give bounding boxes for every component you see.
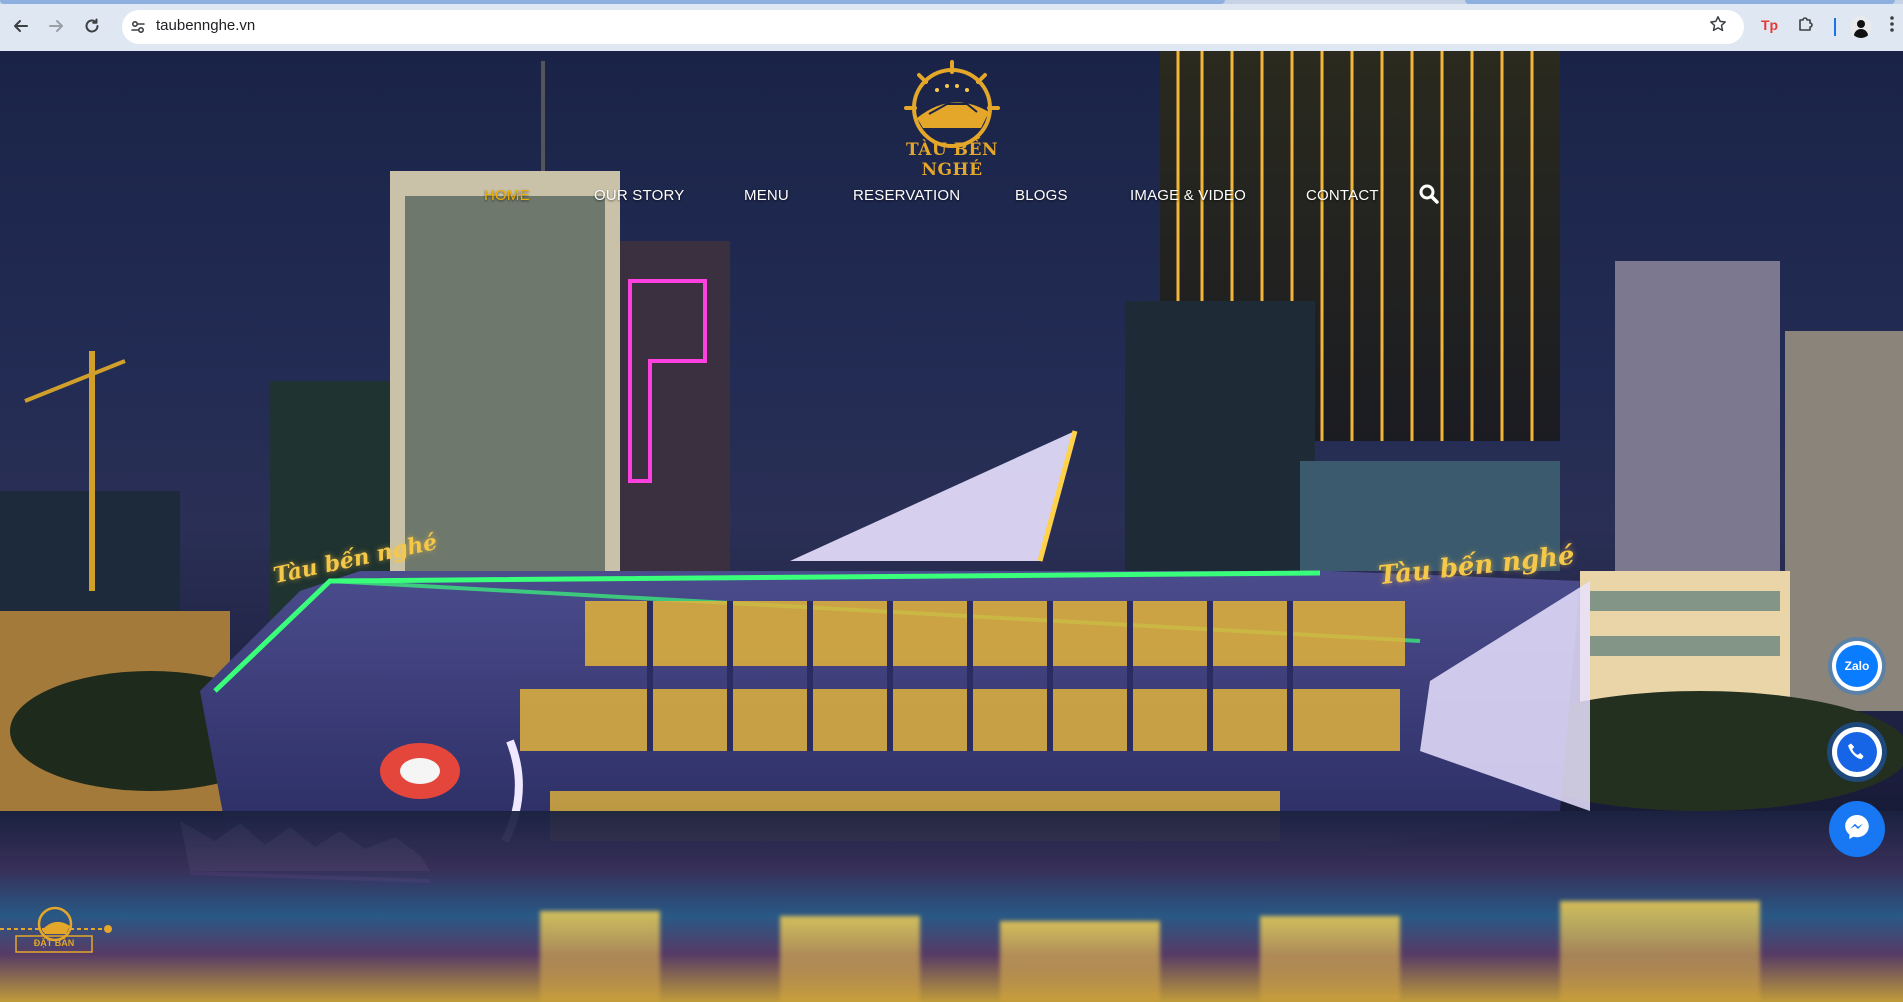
hero-banner: Tàu bến nghé Tàu bến nghé TÀU BẾN NGHÉ H…	[0, 51, 1903, 1002]
kebab-menu-icon[interactable]	[1889, 14, 1895, 39]
extension-tp-icon[interactable]: Tp	[1761, 17, 1778, 33]
light-reflection	[1000, 921, 1160, 1001]
logo-text: TÀU BẾN NGHÉ	[905, 140, 999, 180]
reload-icon[interactable]	[80, 14, 104, 38]
phone-button[interactable]	[1832, 727, 1882, 777]
tab-inactive[interactable]	[1465, 0, 1895, 4]
light-reflection	[1260, 916, 1400, 1001]
star-icon[interactable]	[1709, 14, 1727, 38]
light-reflection	[780, 916, 920, 1002]
puzzle-icon[interactable]	[1796, 14, 1816, 39]
nav-contact[interactable]: CONTACT	[1306, 187, 1379, 204]
tab-active[interactable]	[0, 0, 1225, 4]
booking-badge[interactable]: ĐẶT BÀN	[0, 886, 116, 976]
back-arrow-icon[interactable]	[9, 14, 33, 38]
nav-home[interactable]: HOME	[484, 187, 530, 204]
booking-badge-label: ĐẶT BÀN	[33, 938, 75, 948]
main-nav: HOME OUR STORY MENU RESERVATION BLOGS IM…	[0, 187, 1903, 211]
light-reflection	[1560, 901, 1760, 1001]
tune-icon[interactable]	[128, 17, 148, 37]
nav-image-video[interactable]: IMAGE & VIDEO	[1130, 187, 1246, 204]
toolbar-divider	[1834, 18, 1836, 36]
nav-reservation[interactable]: RESERVATION	[853, 187, 960, 204]
light-reflection	[540, 911, 660, 1001]
phone-icon	[1837, 732, 1877, 772]
zalo-button[interactable]: Zalo	[1832, 641, 1882, 691]
messenger-icon	[1842, 812, 1872, 847]
browser-toolbar: taubennghe.vn Tp	[0, 0, 1903, 51]
messenger-button[interactable]	[1829, 801, 1885, 857]
nav-our-story[interactable]: OUR STORY	[594, 187, 684, 204]
forward-arrow-icon[interactable]	[44, 14, 68, 38]
address-bar[interactable]	[122, 10, 1744, 44]
zalo-label: Zalo	[1836, 645, 1878, 687]
profile-avatar[interactable]	[1850, 16, 1872, 38]
site-logo[interactable]: TÀU BẾN NGHÉ	[877, 60, 1027, 180]
url-text[interactable]: taubennghe.vn	[156, 17, 255, 34]
search-icon[interactable]	[1418, 183, 1442, 207]
nav-menu[interactable]: MENU	[744, 187, 789, 204]
nav-blogs[interactable]: BLOGS	[1015, 187, 1068, 204]
